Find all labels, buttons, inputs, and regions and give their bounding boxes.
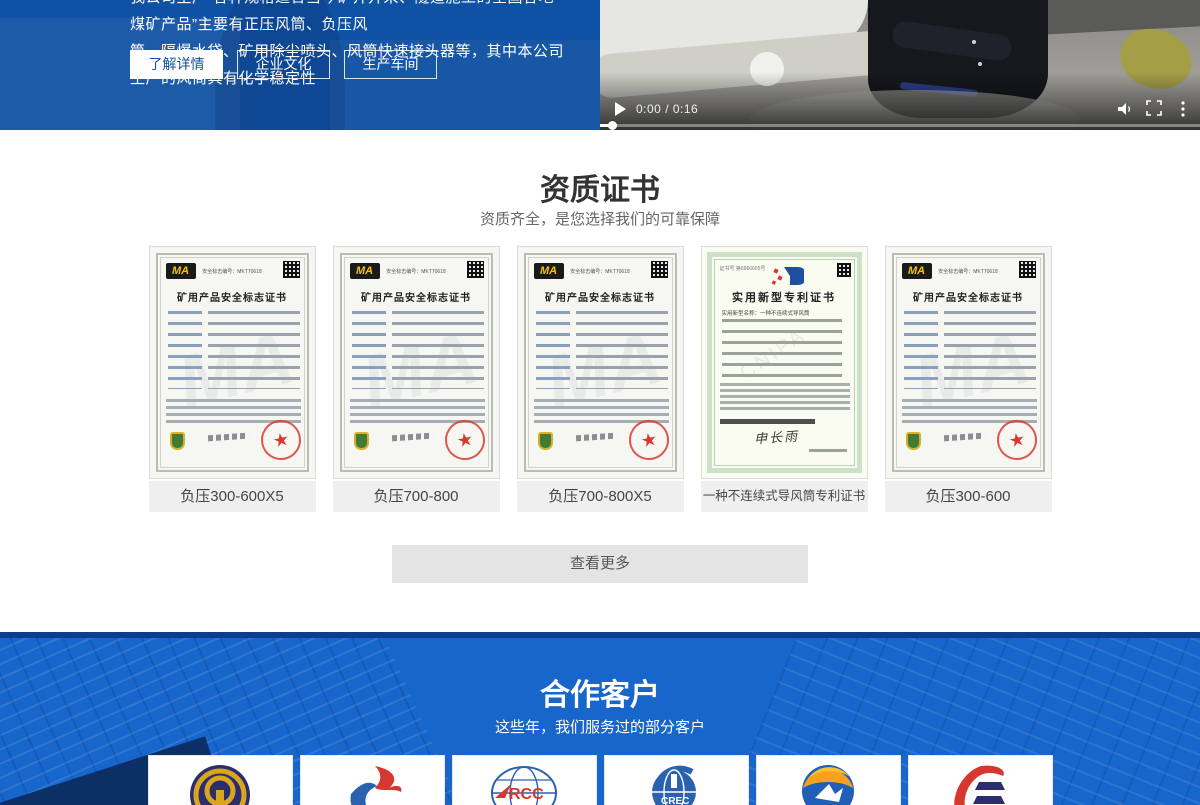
patent-signature: 申长雨	[753, 425, 799, 447]
patent-paragraph	[720, 383, 850, 411]
certificate-field-labels	[904, 311, 938, 389]
ma-certificate-image[interactable]: MA MA 安全标志编号：MKT70618 矿用产品安全标志证书 ★	[149, 246, 316, 479]
certificate-caption: 负压300-600X5	[149, 481, 316, 512]
rcc-text: RCC	[509, 786, 544, 803]
patent-certificate-image[interactable]: CNIPA 证书号 第6966605号 实用新型专利证书 实用新型名称：一种不连…	[701, 246, 868, 479]
certificate-caption: 负压700-800X5	[517, 481, 684, 512]
hero-intro-line1: 我公司生产“各种规格适合当今矿井开采、隧道施工的全国各地煤矿产品”主要有正压风筒…	[130, 0, 566, 38]
shield-badge-icon	[538, 432, 553, 450]
qr-code-icon	[837, 263, 851, 277]
partner-logo-rcc[interactable]: RCC	[452, 755, 597, 805]
video-jacket-button	[972, 40, 976, 44]
landing-page: 我公司生产“各种规格适合当今矿井开采、隧道施工的全国各地煤矿产品”主要有正压风筒…	[0, 0, 1200, 805]
patent-title: 实用新型专利证书	[702, 289, 867, 305]
partners-section: 合作客户 这些年，我们服务过的部分客户	[0, 632, 1200, 805]
fullscreen-icon[interactable]	[1146, 100, 1162, 116]
video-controls-bar: 0:00 / 0:16	[600, 99, 1200, 121]
ma-certificate-title: 矿用产品安全标志证书	[334, 289, 499, 304]
crec-globe-icon: CREC	[640, 764, 712, 805]
ma-certificate-title: 矿用产品安全标志证书	[150, 289, 315, 304]
partner-logo-yimei[interactable]: 义煤集团	[756, 755, 901, 805]
certificate-field-values	[944, 311, 1036, 389]
ma-certificate-image[interactable]: MA MA 安全标志编号：MKT70618 矿用产品安全标志证书 ★	[517, 246, 684, 479]
certificate-card: CNIPA 证书号 第6966605号 实用新型专利证书 实用新型名称：一种不连…	[701, 246, 868, 512]
view-more-button[interactable]: 查看更多	[392, 545, 808, 583]
patent-subject: 实用新型名称：一种不连续式导风筒	[722, 309, 810, 317]
certificate-caption: 负压300-600	[885, 481, 1052, 512]
shield-badge-icon	[170, 432, 185, 450]
video-jacket-button	[978, 62, 982, 66]
patent-serial: 证书号 第6966605号	[720, 265, 766, 272]
qr-code-icon	[283, 261, 300, 278]
certificate-field-values	[392, 311, 484, 389]
shield-badge-icon	[906, 432, 921, 450]
cnipa-logo-icon	[768, 265, 804, 287]
certificate-card: MA MA 安全标志编号：MKT70618 矿用产品安全标志证书 ★ 负压300…	[149, 246, 316, 512]
more-options-icon[interactable]	[1180, 100, 1186, 118]
partner-logo-row: RCC CREC	[0, 755, 1200, 805]
railway-track-swoosh-icon	[945, 764, 1015, 805]
certificate-caption: 一种不连续式导风筒专利证书	[701, 481, 868, 512]
workshop-button[interactable]: 生产车间	[344, 50, 437, 79]
video-progress-knob[interactable]	[608, 121, 617, 130]
video-time-display: 0:00 / 0:16	[636, 102, 698, 116]
certificate-field-values	[576, 311, 668, 389]
volume-icon[interactable]	[1116, 100, 1134, 118]
patent-dark-bar	[720, 419, 815, 424]
certificate-field-labels	[536, 311, 570, 389]
qr-code-icon	[467, 261, 484, 278]
certificate-caption: 负压700-800	[333, 481, 500, 512]
certificate-field-labels	[168, 311, 202, 389]
qr-code-icon	[651, 261, 668, 278]
shield-badge-icon	[354, 432, 369, 450]
crec-text: CREC	[661, 796, 689, 805]
certificates-title: 资质证书	[0, 165, 1200, 209]
certificates-subtitle: 资质齐全，是您选择我们的可靠保障	[0, 208, 1200, 229]
details-button[interactable]: 了解详情	[130, 50, 223, 79]
ma-certificate-image[interactable]: MA MA 安全标志编号：MKT70618 矿用产品安全标志证书 ★	[333, 246, 500, 479]
ma-certificate-image[interactable]: MA MA 安全标志编号：MKT70618 矿用产品安全标志证书 ★	[885, 246, 1052, 479]
hero-section: 我公司生产“各种规格适合当今矿井开采、隧道施工的全国各地煤矿产品”主要有正压风筒…	[0, 0, 600, 130]
partner-logo-xc[interactable]	[300, 755, 445, 805]
play-icon[interactable]	[615, 102, 626, 116]
video-progress-bar[interactable]	[600, 124, 1200, 127]
rcc-globe-icon: RCC	[485, 764, 563, 805]
hero-button-row: 了解详情 企业文化 生产车间	[130, 50, 437, 79]
qr-code-icon	[1019, 261, 1036, 278]
video-background-shape	[1029, 0, 1200, 35]
certificate-row: MA MA 安全标志编号：MKT70618 矿用产品安全标志证书 ★ 负压300…	[0, 246, 1200, 512]
culture-button[interactable]: 企业文化	[237, 50, 330, 79]
patent-date-line	[809, 449, 847, 452]
china-railway-emblem-icon	[189, 764, 251, 805]
section-top-strip	[0, 632, 1200, 638]
certificate-field-values	[208, 311, 300, 389]
patent-field-lines	[722, 319, 842, 379]
certificate-card: MA MA 安全标志编号：MKT70618 矿用产品安全标志证书 ★ 负压700…	[517, 246, 684, 512]
certificate-card: MA MA 安全标志编号：MKT70618 矿用产品安全标志证书 ★ 负压700…	[333, 246, 500, 512]
yimei-circle-icon	[801, 764, 855, 805]
company-video-player[interactable]: 0:00 / 0:16	[600, 0, 1200, 130]
partner-logo-crec[interactable]: CREC	[604, 755, 749, 805]
xc-swoosh-icon	[337, 764, 407, 805]
partners-title: 合作客户	[0, 670, 1200, 714]
certificates-section: 资质证书 资质齐全，是您选择我们的可靠保障 MA MA 安全标志编号：MKT70…	[0, 130, 1200, 632]
ma-certificate-title: 矿用产品安全标志证书	[886, 289, 1051, 304]
certificate-card: MA MA 安全标志编号：MKT70618 矿用产品安全标志证书 ★ 负压300…	[885, 246, 1052, 512]
certificate-field-labels	[352, 311, 386, 389]
partners-subtitle: 这些年，我们服务过的部分客户	[0, 716, 1200, 737]
partner-logo-railway-track[interactable]	[908, 755, 1053, 805]
ma-certificate-title: 矿用产品安全标志证书	[518, 289, 683, 304]
partner-logo-china-railway[interactable]	[148, 755, 293, 805]
